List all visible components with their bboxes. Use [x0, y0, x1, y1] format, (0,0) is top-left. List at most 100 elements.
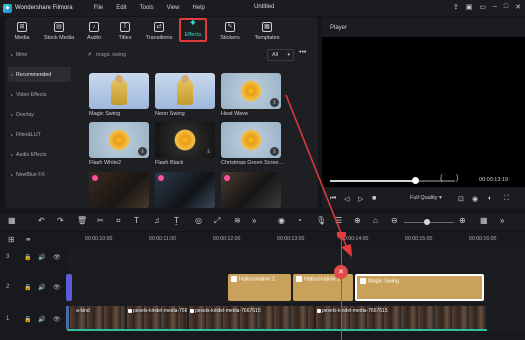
lock-icon[interactable]: 🔒: [24, 284, 31, 291]
playback-progress[interactable]: [330, 177, 455, 184]
text-icon[interactable]: T: [134, 217, 139, 225]
step-back-icon[interactable]: ⏮: [330, 195, 336, 203]
effect-thumb-heat-wave[interactable]: ⇩: [221, 73, 281, 109]
effect-thumb-flash-black[interactable]: ⇩: [155, 122, 215, 158]
sidebar-item-audio-effects[interactable]: ▸ Audio Effects: [8, 147, 71, 162]
menu-help[interactable]: Help: [193, 5, 205, 11]
speed-icon[interactable]: ◔: [297, 217, 302, 225]
effect-thumb[interactable]: [155, 172, 215, 208]
add-track-icon[interactable]: ⊞: [8, 235, 15, 244]
filter-select[interactable]: All ▾: [267, 49, 294, 61]
menu-tools[interactable]: Tools: [140, 5, 154, 11]
eye-icon[interactable]: 👁: [53, 316, 61, 323]
snap-icon[interactable]: ⌂: [373, 217, 378, 225]
layout-icon[interactable]: ▦: [8, 217, 16, 225]
fullscreen-icon[interactable]: ⛶: [504, 195, 509, 203]
eye-icon[interactable]: 👁: [53, 254, 61, 261]
sidebar-item-newblue-fx[interactable]: ▸ NewBlue FX: [8, 167, 71, 182]
timeline-ruler[interactable]: 00:00:10:00 00:00:11:00 00:00:12:00 00:0…: [67, 232, 525, 248]
quality-select[interactable]: Full Quality ▾: [410, 195, 442, 201]
effect-thumb-magic-swing[interactable]: [89, 73, 149, 109]
grid-icon[interactable]: ▦: [480, 217, 488, 225]
clip-edge[interactable]: [66, 306, 69, 329]
sidebar-item-overlay[interactable]: ▸ Overlay: [8, 107, 71, 122]
video-clip[interactable]: pexels-kindel-media-7667615: [189, 306, 314, 329]
audio-icon[interactable]: ◐: [488, 195, 492, 202]
delete-icon[interactable]: 🗑: [77, 217, 87, 225]
sidebar-item-mine[interactable]: ▸ Mine: [8, 47, 71, 62]
tab-effects[interactable]: ✦ Effects: [179, 18, 207, 42]
menu-file[interactable]: File: [94, 5, 104, 11]
tab-media[interactable]: ⊞ Media: [5, 17, 39, 44]
chevron-right-icon: ▸: [11, 52, 14, 57]
effect-thumb[interactable]: [89, 172, 149, 208]
tab-transitions[interactable]: ⇄ Transitions: [141, 17, 177, 44]
video-clip[interactable]: pexels-kindel-media-7667615: [127, 306, 187, 329]
ai-icon[interactable]: ⊕: [354, 217, 361, 225]
voiceover-icon[interactable]: ☰: [335, 217, 342, 225]
menu-view[interactable]: View: [167, 5, 180, 11]
camera-icon[interactable]: ◉: [472, 195, 478, 203]
cut-icon[interactable]: ✂: [97, 217, 104, 225]
playhead[interactable]: [341, 232, 342, 340]
effect-thumb[interactable]: [221, 172, 281, 208]
effect-clip[interactable]: Hallucination 2: [228, 274, 291, 301]
ai-text-icon[interactable]: Ṯ: [174, 217, 179, 225]
mark-in-icon[interactable]: {: [440, 175, 442, 182]
menu-edit[interactable]: Edit: [116, 5, 126, 11]
mute-icon[interactable]: 🔊: [38, 316, 45, 323]
render-icon[interactable]: ◉: [278, 217, 285, 225]
search-input[interactable]: ⌕ magic swing: [88, 49, 263, 61]
more-options-icon[interactable]: •••: [299, 49, 306, 56]
transform-icon[interactable]: ⤢: [214, 217, 220, 225]
color-icon[interactable]: ◎: [195, 217, 202, 225]
zoom-out-icon[interactable]: ⊖: [391, 217, 398, 225]
sidebar-item-recommended[interactable]: ▸ Recommended: [8, 67, 71, 82]
effect-thumb-christmas-green[interactable]: ⇩: [221, 122, 281, 158]
progress-handle[interactable]: [412, 177, 419, 184]
tab-stock-media[interactable]: ▤ Stock Media: [39, 17, 79, 44]
lock-icon[interactable]: 🔒: [24, 254, 31, 261]
more-tools-icon[interactable]: »: [252, 217, 256, 225]
adjust-icon[interactable]: ≋: [234, 217, 241, 225]
sidebar-item-video-effects[interactable]: ▸ Video Effects: [8, 87, 71, 102]
effect-thumb-neon-swing[interactable]: [155, 73, 215, 109]
upload-icon[interactable]: ⇪: [453, 3, 459, 11]
download-icon[interactable]: ⇩: [204, 147, 213, 156]
eye-icon[interactable]: 👁: [53, 284, 61, 291]
crop-icon[interactable]: ⌗: [116, 217, 121, 225]
audio-detach-icon[interactable]: ♫: [154, 217, 160, 225]
frame-back-icon[interactable]: ◁: [344, 195, 349, 203]
clip-edge[interactable]: [66, 274, 72, 301]
tab-stickers[interactable]: ✎ Stickers: [211, 17, 249, 44]
monitor-icon[interactable]: ▭: [479, 3, 486, 11]
mark-out-icon[interactable]: }: [456, 175, 458, 182]
effect-thumb-flash-white2[interactable]: ⇩: [89, 122, 149, 158]
mute-icon[interactable]: 🔊: [38, 254, 45, 261]
mute-icon[interactable]: 🔊: [38, 284, 45, 291]
minimize-icon[interactable]: –: [493, 3, 497, 11]
tab-audio[interactable]: ♪ Audio: [79, 17, 109, 44]
close-icon[interactable]: ✕: [515, 3, 521, 11]
tab-templates[interactable]: ▦ Templates: [249, 17, 285, 44]
download-icon[interactable]: ⇩: [270, 98, 279, 107]
lock-icon[interactable]: 🔒: [24, 316, 31, 323]
stop-icon[interactable]: ■: [372, 195, 376, 202]
maximize-icon[interactable]: □: [504, 3, 508, 11]
sidebar-item-filter-lut[interactable]: ▸ Filter&LUT: [8, 127, 71, 142]
download-icon[interactable]: ⇩: [138, 147, 147, 156]
undo-icon[interactable]: ↶: [38, 217, 45, 225]
zoom-in-icon[interactable]: ⊕: [459, 217, 466, 225]
play-icon[interactable]: ▷: [358, 195, 363, 203]
link-icon[interactable]: ⚭: [25, 235, 32, 244]
redo-icon[interactable]: ↷: [57, 217, 64, 225]
tab-titles[interactable]: T Titles: [109, 17, 141, 44]
zoom-handle[interactable]: [424, 219, 430, 225]
effect-clip-selected[interactable]: Magic Swing: [355, 274, 484, 301]
mic-icon[interactable]: 🎙: [316, 217, 326, 225]
snapshot-icon[interactable]: ⊡: [458, 195, 464, 203]
video-clip[interactable]: a-kind: [70, 306, 125, 329]
layout-icon[interactable]: ▣: [466, 3, 473, 11]
collapse-icon[interactable]: »: [500, 217, 504, 225]
download-icon[interactable]: ⇩: [270, 147, 279, 156]
